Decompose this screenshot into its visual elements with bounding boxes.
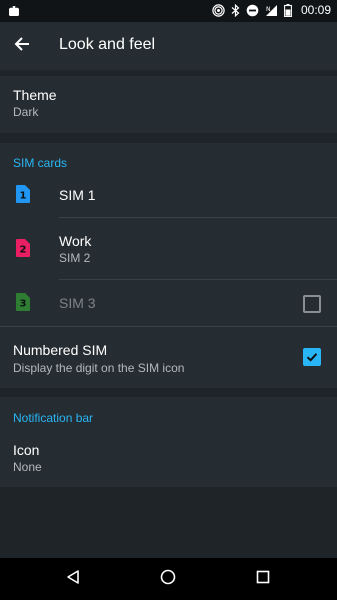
- svg-text:3: 3: [20, 299, 27, 310]
- sim-1-title: SIM 1: [59, 187, 96, 203]
- sim-2-subtitle: SIM 2: [59, 251, 91, 265]
- sim-card-1-icon: 1: [16, 185, 30, 208]
- bluetooth-icon: [231, 3, 240, 17]
- icon-setting-title: Icon: [13, 442, 40, 458]
- sim-cards-header: SIM cards: [13, 156, 68, 170]
- theme-title: Theme: [13, 87, 57, 103]
- app-bar: Look and feel: [0, 22, 337, 70]
- check-icon: [306, 353, 318, 362]
- nav-back-button[interactable]: [64, 569, 82, 590]
- icon-setting-value: None: [13, 460, 42, 474]
- sim-card-3-icon: 3: [16, 293, 30, 316]
- arrow-back-icon: [14, 36, 30, 57]
- do-not-disturb-icon: [246, 4, 259, 17]
- section-gap: [0, 388, 337, 397]
- numbered-sim-row[interactable]: Numbered SIM Display the digit on the SI…: [0, 327, 337, 388]
- sim-2-title: Work: [59, 233, 92, 249]
- notification-icon-setting[interactable]: Icon None: [0, 431, 337, 487]
- page-title: Look and feel: [59, 36, 156, 53]
- status-bar: N 00:09: [0, 0, 337, 22]
- signal-icon: N: [265, 4, 278, 17]
- hotspot-icon: [212, 3, 225, 17]
- battery-icon: [284, 3, 292, 17]
- section-gap: [0, 133, 337, 143]
- sim-3-row[interactable]: 3 SIM 3: [0, 280, 337, 325]
- sim-1-row[interactable]: 1 SIM 1: [0, 175, 337, 217]
- svg-text:2: 2: [20, 245, 27, 256]
- nav-home-button[interactable]: [159, 569, 177, 590]
- back-triangle-icon: [65, 569, 81, 590]
- nav-recents-button[interactable]: [254, 570, 272, 588]
- back-button[interactable]: [10, 34, 34, 58]
- notification-bar-section: Notification bar Icon None: [0, 397, 337, 487]
- android-icon: [8, 4, 20, 22]
- navigation-bar: [0, 558, 337, 600]
- theme-value: Dark: [13, 105, 39, 119]
- sim-3-title: SIM 3: [59, 295, 96, 311]
- notification-bar-header: Notification bar: [13, 411, 94, 425]
- numbered-sim-checkbox[interactable]: [303, 348, 321, 366]
- theme-setting[interactable]: Theme Dark: [0, 76, 337, 133]
- sim-card-2-icon: 2: [16, 239, 30, 262]
- sim-cards-section: SIM cards 1 SIM 1 2 Work SIM 2 3 SIM 3 N…: [0, 143, 337, 388]
- numbered-sim-title: Numbered SIM: [13, 342, 108, 358]
- sim-2-row[interactable]: 2 Work SIM 2: [0, 218, 337, 278]
- svg-text:1: 1: [20, 191, 27, 202]
- sim-3-checkbox[interactable]: [303, 295, 321, 313]
- home-circle-icon: [160, 569, 176, 590]
- recents-square-icon: [255, 569, 271, 590]
- svg-text:N: N: [266, 6, 271, 13]
- clock: 00:09: [300, 3, 331, 17]
- numbered-sim-subtitle: Display the digit on the SIM icon: [13, 361, 185, 375]
